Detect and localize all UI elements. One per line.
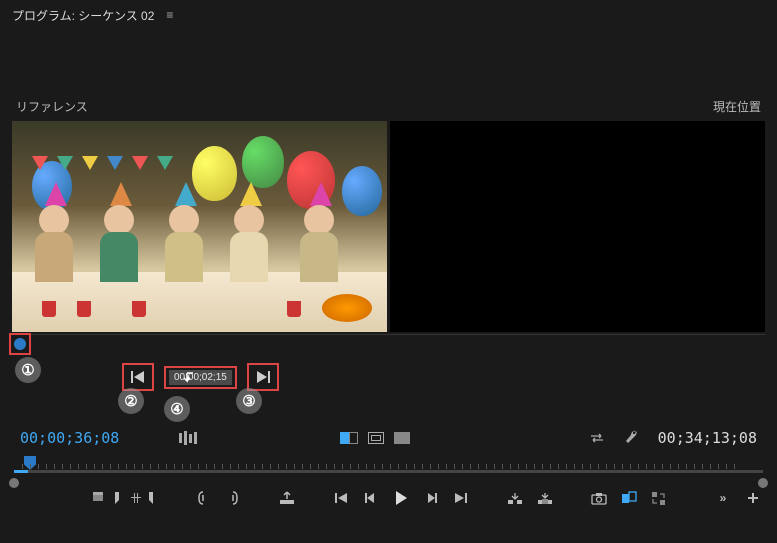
time-ruler[interactable] [14,458,763,480]
comparison-view-toggle[interactable] [619,488,639,508]
button-editor-add[interactable] [743,488,763,508]
program-panel-title: プログラム: シーケンス 02 [12,7,154,24]
settings-wrench-icon[interactable] [622,427,644,449]
current-timecode[interactable]: 00;00;36;08 [20,429,119,447]
go-to-next-edit-highlight [247,363,279,391]
step-forward-button[interactable] [421,488,441,508]
output-button[interactable] [394,432,410,444]
overwrite-button[interactable] [535,488,555,508]
reference-monitor[interactable] [12,121,387,332]
add-marker-button[interactable] [88,488,108,508]
offset-tooltip: 00;00;02;15 [169,370,232,385]
insert-button[interactable] [505,488,525,508]
safe-margins-button[interactable] [368,432,384,444]
proxy-toggle-button[interactable] [649,488,669,508]
go-to-out-button[interactable] [451,488,471,508]
button-editor-expand[interactable]: » [713,488,733,508]
comparison-view-button[interactable] [340,432,358,444]
go-to-previous-edit-highlight [122,363,154,391]
duration-timecode: 00;34;13;08 [658,429,757,447]
mark-in-set-button[interactable] [193,488,213,508]
program-monitor[interactable] [390,121,765,332]
current-position-label: 現在位置 [713,98,761,115]
go-to-in-button[interactable] [331,488,351,508]
export-frame-button[interactable] [589,488,609,508]
gang-solo-indicator-icon[interactable] [14,338,26,350]
step-back-button[interactable] [361,488,381,508]
gang-marker-highlight [9,333,31,355]
select-zoom-level-icon[interactable] [177,427,199,449]
play-button[interactable] [391,488,411,508]
panel-menu-icon[interactable]: ≡ [166,8,173,22]
mark-clip-button[interactable] [126,488,146,508]
transport-bar: » [0,480,777,516]
mark-out-set-button[interactable] [223,488,243,508]
go-to-previous-edit-button[interactable] [127,366,149,388]
go-to-next-edit-button[interactable] [252,366,274,388]
loop-playback-button[interactable] [586,427,608,449]
offset-tooltip-highlight: 00;00;02;15 [164,366,237,389]
reference-label: リファレンス [16,98,88,115]
lift-button[interactable] [277,488,297,508]
